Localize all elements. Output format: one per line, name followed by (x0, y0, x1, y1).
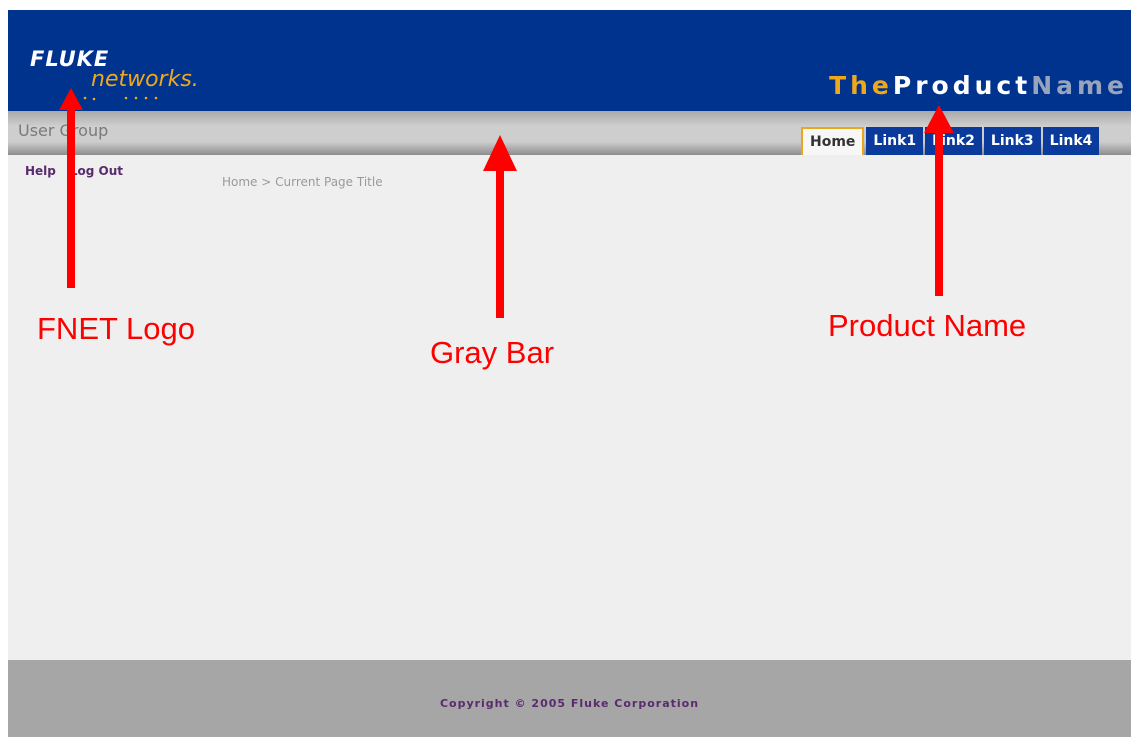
tab-link3[interactable]: Link3 (983, 127, 1041, 155)
tab-home[interactable]: Home (801, 127, 865, 155)
annotation-product-name: Product Name (828, 308, 1027, 343)
page-frame: FLUKE networks. TheProductName User Grou… (8, 10, 1131, 737)
annotation-gray-bar: Gray Bar (430, 335, 555, 370)
arrow-up-icon (483, 135, 517, 318)
annotation-fnet-logo: FNET Logo (37, 311, 195, 346)
tab-link4[interactable]: Link4 (1042, 127, 1100, 155)
header-bar: FLUKE networks. TheProductName (8, 10, 1131, 111)
arrow-up-icon (59, 88, 83, 288)
tab-link1[interactable]: Link1 (866, 127, 924, 155)
help-link[interactable]: Help (25, 164, 56, 178)
footer: Copyright © 2005 Fluke Corporation (8, 660, 1131, 737)
product-name-the: The (829, 71, 893, 100)
product-name-product: Product (892, 71, 1032, 100)
copyright-text: Copyright © 2005 Fluke Corporation (439, 697, 700, 710)
breadcrumb: Home > Current Page Title (222, 175, 383, 189)
arrow-up-icon (924, 105, 954, 296)
logo-networks-text: networks. (91, 67, 199, 92)
logo-dots-icon (83, 96, 158, 101)
product-name: TheProductName (829, 72, 1128, 100)
product-name-name: Name (1031, 71, 1128, 100)
